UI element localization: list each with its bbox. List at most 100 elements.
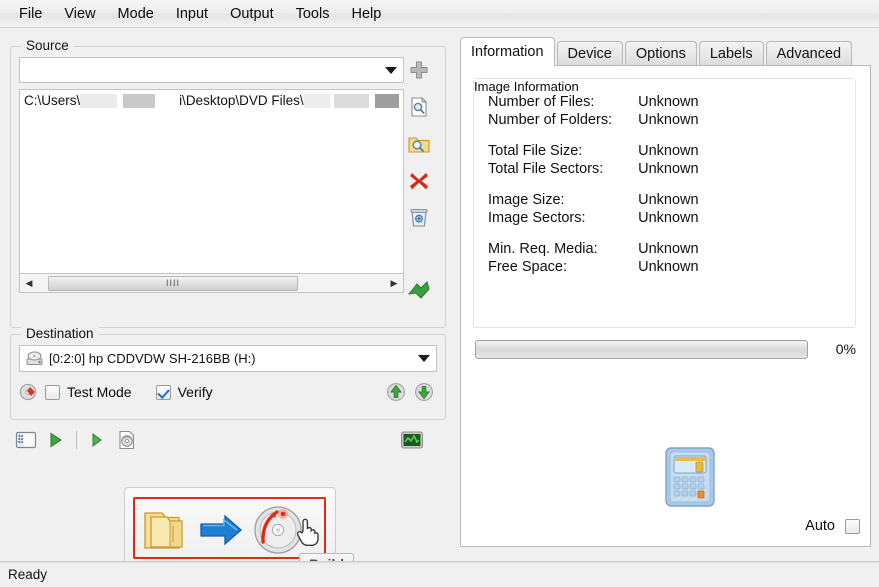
info-value: Unknown xyxy=(638,94,699,110)
auto-option-row: Auto xyxy=(805,518,860,534)
redaction-block xyxy=(374,93,399,108)
source-list-hscrollbar[interactable]: ◀ IIII ▶ xyxy=(19,274,404,293)
browse-file-icon[interactable] xyxy=(404,92,434,122)
info-value: Unknown xyxy=(638,161,699,177)
info-value: Unknown xyxy=(638,259,699,275)
table-row: Total File Sectors: Unknown xyxy=(488,160,699,178)
hand-cursor-icon xyxy=(295,515,321,546)
info-value: Unknown xyxy=(638,143,699,159)
info-key: Min. Req. Media: xyxy=(488,241,598,257)
status-text: Ready xyxy=(8,567,48,582)
arrow-right-icon xyxy=(199,513,243,550)
source-tools-strip xyxy=(399,55,439,319)
queue-list-icon[interactable] xyxy=(14,429,38,451)
verify-label: Verify xyxy=(177,384,213,400)
status-bar-edge xyxy=(0,562,879,564)
image-information-table: Number of Files: Unknown Number of Folde… xyxy=(488,93,699,276)
destination-drive-value: [0:2:0] hp CDDVDW SH-216BB (H:) xyxy=(49,351,256,366)
table-row: Total File Size: Unknown xyxy=(488,142,699,160)
menu-item-input[interactable]: Input xyxy=(165,3,219,25)
source-panel-label: Source xyxy=(21,38,74,53)
info-key: Total File Sectors: xyxy=(488,161,604,177)
table-row: Number of Files: Unknown xyxy=(488,93,699,111)
display-monitor-icon[interactable] xyxy=(400,429,424,451)
scroll-left-icon[interactable]: ◀ xyxy=(20,275,38,292)
redaction-block xyxy=(333,93,369,108)
menu-item-file[interactable]: File xyxy=(8,3,53,25)
destination-panel: Destination [0:2:0] hp CDDVDW SH-216BB (… xyxy=(10,326,446,420)
scrollbar-track[interactable]: IIII xyxy=(38,275,385,292)
table-row: Min. Req. Media: Unknown xyxy=(488,240,699,258)
verify-checkbox[interactable] xyxy=(155,384,171,400)
row-spacer xyxy=(488,129,699,142)
info-key: Image Size: xyxy=(488,192,565,208)
folders-icon xyxy=(139,504,193,559)
tab-options[interactable]: Options xyxy=(624,41,697,66)
menu-item-tools[interactable]: Tools xyxy=(285,3,341,25)
source-file-list[interactable]: C:\Users\ i\Desktop\DVD Files\ xyxy=(19,89,404,274)
info-key: Number of Folders: xyxy=(488,112,613,128)
add-icon[interactable] xyxy=(404,55,434,85)
test-mode-checkbox[interactable] xyxy=(45,384,60,400)
start-icon[interactable] xyxy=(44,429,68,451)
auto-checkbox[interactable] xyxy=(845,518,860,534)
import-icon[interactable] xyxy=(404,276,434,306)
test-mode-label: Test Mode xyxy=(67,384,132,400)
menu-item-help[interactable]: Help xyxy=(340,3,392,25)
destination-options-row: Test Mode Verify xyxy=(19,379,437,405)
redaction-block xyxy=(123,93,155,108)
menu-item-output[interactable]: Output xyxy=(219,3,285,25)
destination-drive-combo[interactable]: [0:2:0] hp CDDVDW SH-216BB (H:) xyxy=(19,345,437,372)
destination-panel-label: Destination xyxy=(21,326,99,341)
chevron-down-icon xyxy=(385,66,397,74)
workspace: Source C:\Users\ i\Desktop\DVD Files\ ◀ … xyxy=(0,28,879,576)
tab-device[interactable]: Device xyxy=(556,41,623,66)
clear-list-icon[interactable] xyxy=(404,203,434,233)
source-panel: Source C:\Users\ i\Desktop\DVD Files\ ◀ … xyxy=(10,38,446,328)
status-bar: Ready xyxy=(0,561,879,587)
toolbar-separator xyxy=(76,431,77,449)
info-value: Unknown xyxy=(638,112,699,128)
tab-advanced[interactable]: Advanced xyxy=(765,41,853,66)
source-combo[interactable] xyxy=(19,57,404,83)
tab-strip: Information Device Options Labels Advanc… xyxy=(460,37,879,66)
progress-bar xyxy=(475,339,808,359)
scrollbar-thumb[interactable]: IIII xyxy=(48,275,298,291)
disc-write-icon xyxy=(19,383,39,401)
progress-row: 0% xyxy=(475,338,856,360)
info-key: Free Space: xyxy=(488,259,567,275)
row-spacer xyxy=(488,178,699,191)
eject-down-icon[interactable] xyxy=(413,382,437,402)
menu-item-mode[interactable]: Mode xyxy=(107,3,165,25)
image-information-label: Image Information xyxy=(474,79,855,94)
disc-info-icon[interactable] xyxy=(115,429,139,451)
info-value: Unknown xyxy=(638,210,699,226)
list-item[interactable]: C:\Users\ i\Desktop\DVD Files\ xyxy=(20,90,403,108)
row-spacer xyxy=(488,227,699,240)
tab-information[interactable]: Information xyxy=(460,37,555,66)
table-row: Image Size: Unknown xyxy=(488,191,699,209)
remove-icon[interactable] xyxy=(404,166,434,196)
table-row: Number of Folders: Unknown xyxy=(488,111,699,129)
left-column: Source C:\Users\ i\Desktop\DVD Files\ ◀ … xyxy=(0,28,456,576)
eject-up-icon[interactable] xyxy=(385,382,409,402)
info-value: Unknown xyxy=(638,192,699,208)
table-row: Image Sectors: Unknown xyxy=(488,209,699,227)
chevron-down-icon xyxy=(418,355,430,362)
information-tab-page: Image Information Number of Files: Unkno… xyxy=(460,65,871,547)
info-key: Image Sectors: xyxy=(488,210,586,226)
browse-folder-icon[interactable] xyxy=(404,129,434,159)
redaction-block xyxy=(80,93,118,108)
right-column: Information Device Options Labels Advanc… xyxy=(458,28,879,561)
info-key: Number of Files: xyxy=(488,94,595,110)
run-icon[interactable] xyxy=(85,429,109,451)
action-toolbar xyxy=(14,426,446,454)
auto-label: Auto xyxy=(805,518,835,534)
menu-bar: File View Mode Input Output Tools Help xyxy=(0,0,879,28)
calculator-icon[interactable] xyxy=(664,446,716,508)
tab-labels[interactable]: Labels xyxy=(698,41,764,66)
info-value: Unknown xyxy=(638,241,699,257)
drive-icon xyxy=(26,351,43,366)
menu-item-view[interactable]: View xyxy=(53,3,106,25)
source-path-middle: i\Desktop\DVD Files\ xyxy=(179,93,304,108)
